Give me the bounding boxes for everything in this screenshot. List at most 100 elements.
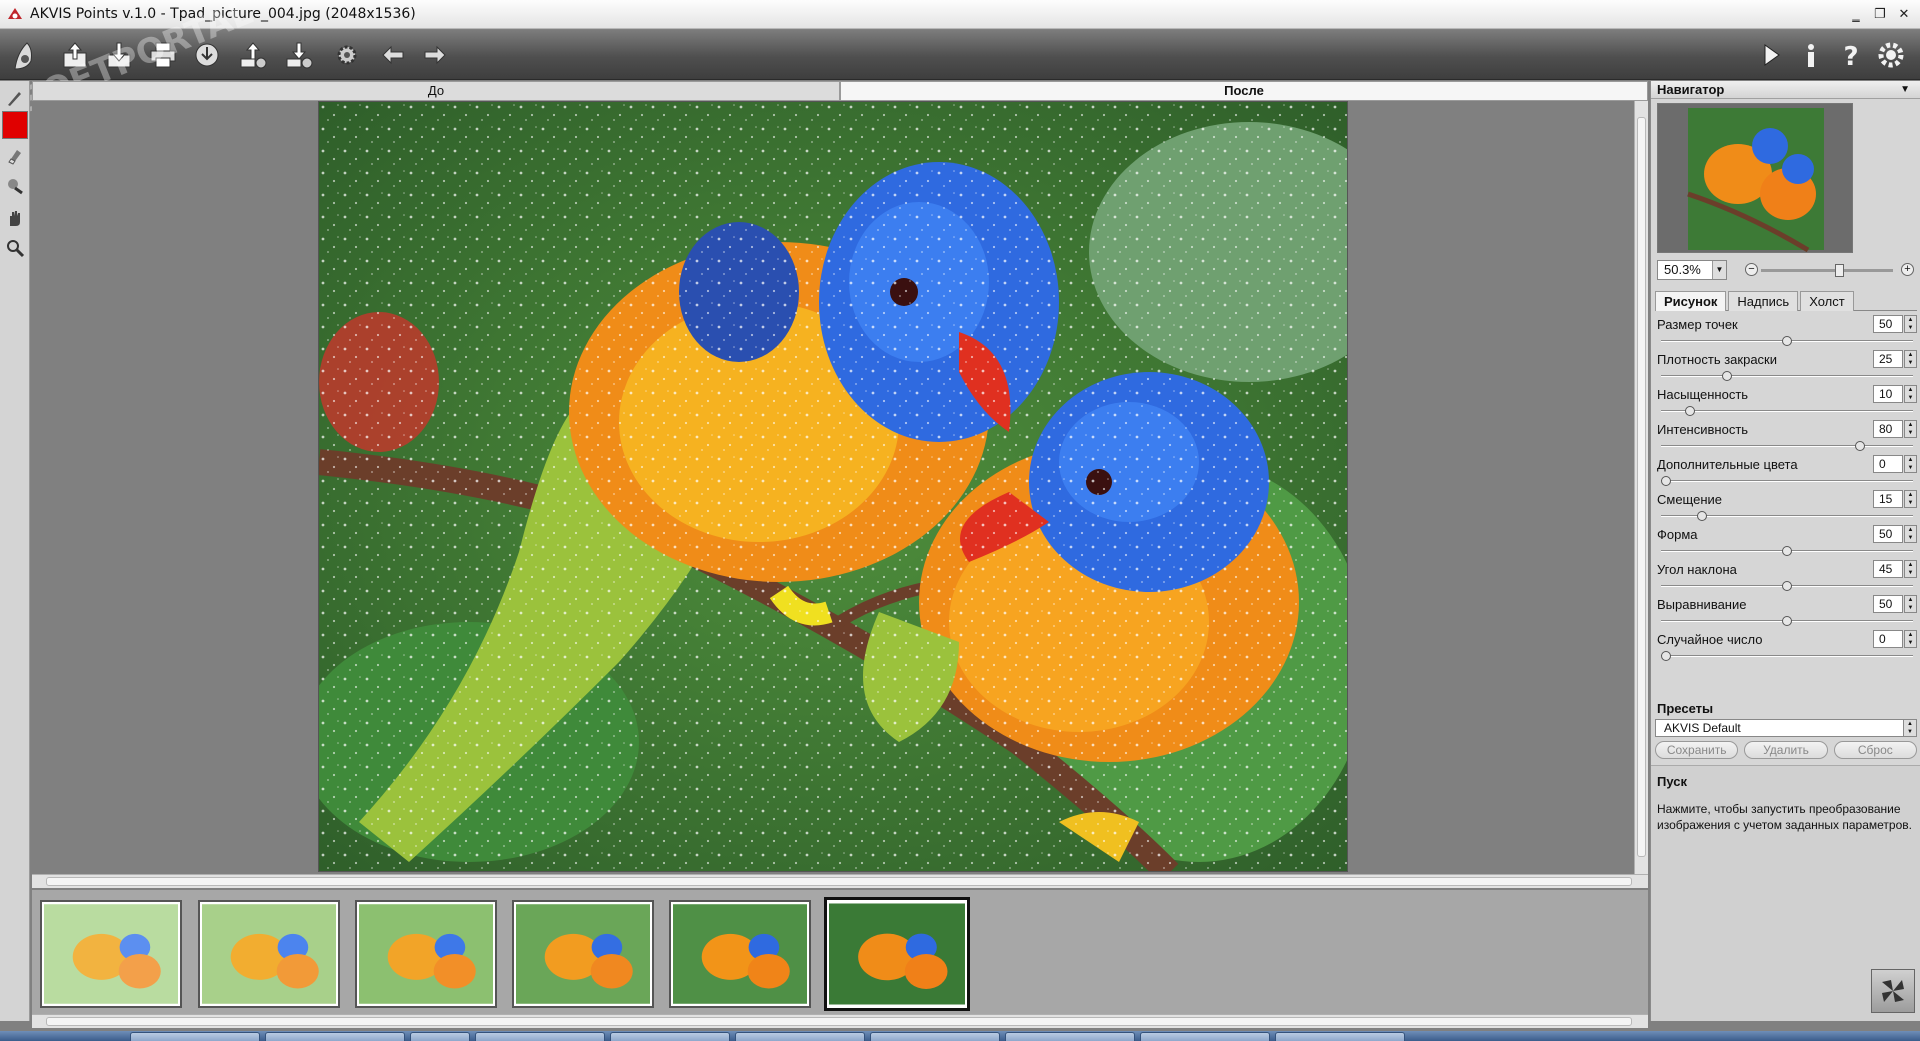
variant-thumbnail[interactable] (669, 900, 811, 1008)
param-value-input[interactable]: 0 (1873, 630, 1903, 648)
tab-painting[interactable]: Рисунок (1655, 291, 1727, 311)
zoom-input[interactable]: 50.3% ▼ (1657, 260, 1727, 280)
param-slider[interactable] (1661, 616, 1913, 626)
run-processing-button[interactable] (1871, 969, 1915, 1013)
spinner-arrows-icon[interactable]: ▲ ▼ (1904, 525, 1917, 543)
variant-thumbnail[interactable] (40, 900, 182, 1008)
reset-preset-button[interactable]: Сброс (1833, 741, 1917, 759)
param-slider-knob[interactable] (1685, 406, 1696, 416)
redo-icon[interactable] (416, 36, 454, 74)
taskbar-item[interactable] (870, 1032, 1000, 1041)
param-slider-knob[interactable] (1661, 476, 1671, 486)
delete-preset-button[interactable]: Удалить (1744, 741, 1828, 759)
param-slider[interactable] (1661, 651, 1913, 661)
hand-icon[interactable] (2, 205, 28, 231)
zoom-out-icon[interactable]: − (1745, 263, 1758, 276)
param-slider[interactable] (1661, 406, 1913, 416)
share-icon[interactable] (188, 36, 226, 74)
zoom-in-icon[interactable]: + (1901, 263, 1914, 276)
minimize-button[interactable]: ‗ (1846, 3, 1866, 25)
param-slider[interactable] (1661, 581, 1913, 591)
eraser-icon[interactable] (2, 143, 28, 169)
taskbar-item[interactable] (265, 1032, 405, 1041)
settings-icon[interactable] (1872, 36, 1910, 74)
zoom-slider[interactable] (1761, 264, 1893, 277)
spinner-arrows-icon[interactable]: ▲ ▼ (1904, 490, 1917, 508)
param-value-input[interactable]: 0 (1873, 455, 1903, 473)
spinner-arrows-icon[interactable]: ▲ ▼ (1904, 315, 1917, 333)
param-slider[interactable] (1661, 511, 1913, 521)
vertical-scrollbar[interactable] (1634, 101, 1648, 874)
variant-thumbnail[interactable] (355, 900, 497, 1008)
param-slider[interactable] (1661, 441, 1913, 451)
spinner-arrows-icon[interactable]: ▲ ▼ (1904, 420, 1917, 438)
param-slider-knob[interactable] (1782, 616, 1792, 626)
param-slider[interactable] (1661, 371, 1913, 381)
variant-thumbnail[interactable] (198, 900, 340, 1008)
app-logo-icon[interactable] (6, 36, 44, 74)
thumbnails-scrollbar[interactable] (32, 1014, 1648, 1028)
param-value-input[interactable]: 45 (1873, 560, 1903, 578)
param-value-input[interactable]: 80 (1873, 420, 1903, 438)
export-preset-icon[interactable] (280, 36, 318, 74)
batch-settings-icon[interactable] (328, 36, 366, 74)
taskbar-item[interactable] (1005, 1032, 1135, 1041)
spinner-arrows-icon[interactable]: ▲ ▼ (1904, 630, 1917, 648)
close-button[interactable]: ✕ (1894, 3, 1914, 25)
param-value-input[interactable]: 50 (1873, 315, 1903, 333)
tab-canvas[interactable]: Холст (1800, 291, 1854, 311)
param-value-input[interactable]: 50 (1873, 595, 1903, 613)
param-slider-knob[interactable] (1697, 511, 1708, 521)
param-slider-knob[interactable] (1782, 546, 1792, 556)
chevron-down-icon[interactable]: ▼ (1900, 81, 1910, 98)
taskbar-item[interactable] (410, 1032, 470, 1041)
taskbar-item[interactable] (735, 1032, 865, 1041)
horizontal-scrollbar[interactable] (32, 874, 1648, 888)
taskbar-item[interactable] (1275, 1032, 1405, 1041)
param-slider-knob[interactable] (1721, 371, 1732, 381)
param-slider[interactable] (1661, 336, 1913, 346)
param-value-input[interactable]: 50 (1873, 525, 1903, 543)
tab-after[interactable]: После (840, 81, 1648, 101)
restore-button[interactable]: ❐ (1870, 3, 1890, 25)
color-swatch[interactable] (2, 111, 28, 139)
param-slider-knob[interactable] (1854, 441, 1865, 451)
scroll-thumb[interactable] (1637, 117, 1646, 857)
save-preset-button[interactable]: Сохранить (1655, 741, 1739, 759)
zoom-icon[interactable] (2, 235, 28, 261)
open-icon[interactable] (56, 36, 94, 74)
save-icon[interactable] (100, 36, 138, 74)
navigator-header[interactable]: Навигатор ▼ (1651, 81, 1920, 99)
import-preset-icon[interactable] (234, 36, 272, 74)
spinner-arrows-icon[interactable]: ▲ ▼ (1904, 560, 1917, 578)
param-value-input[interactable]: 10 (1873, 385, 1903, 403)
param-slider-knob[interactable] (1782, 581, 1792, 591)
zoom-dropdown-icon[interactable]: ▼ (1712, 261, 1726, 279)
param-value-input[interactable]: 25 (1873, 350, 1903, 368)
spinner-arrows-icon[interactable]: ▲ ▼ (1904, 595, 1917, 613)
undo-icon[interactable] (374, 36, 412, 74)
spinner-arrows-icon[interactable]: ▲ ▼ (1904, 350, 1917, 368)
taskbar-item[interactable] (130, 1032, 260, 1041)
param-slider-knob[interactable] (1661, 651, 1671, 661)
variant-thumbnail[interactable] (512, 900, 654, 1008)
print-icon[interactable] (144, 36, 182, 74)
scroll-thumb[interactable] (46, 1017, 1632, 1026)
variant-thumbnail-selected[interactable] (824, 897, 970, 1011)
select-arrows-icon[interactable]: ▲ ▼ (1903, 720, 1916, 736)
run-icon[interactable] (1752, 36, 1790, 74)
preset-select[interactable]: AKVIS Default ▲ ▼ (1655, 719, 1917, 737)
zoom-slider-knob[interactable] (1834, 264, 1844, 277)
taskbar-item[interactable] (475, 1032, 605, 1041)
stamp-icon[interactable] (2, 173, 28, 199)
param-slider[interactable] (1661, 546, 1913, 556)
param-value-input[interactable]: 15 (1873, 490, 1903, 508)
scroll-thumb[interactable] (46, 877, 1632, 886)
brush-icon[interactable] (2, 85, 28, 111)
processed-image[interactable] (318, 101, 1348, 872)
taskbar-item[interactable] (610, 1032, 730, 1041)
tab-before[interactable]: До (32, 81, 840, 101)
param-slider[interactable] (1661, 476, 1913, 486)
param-slider-knob[interactable] (1782, 336, 1792, 346)
navigator-preview[interactable] (1657, 103, 1853, 253)
